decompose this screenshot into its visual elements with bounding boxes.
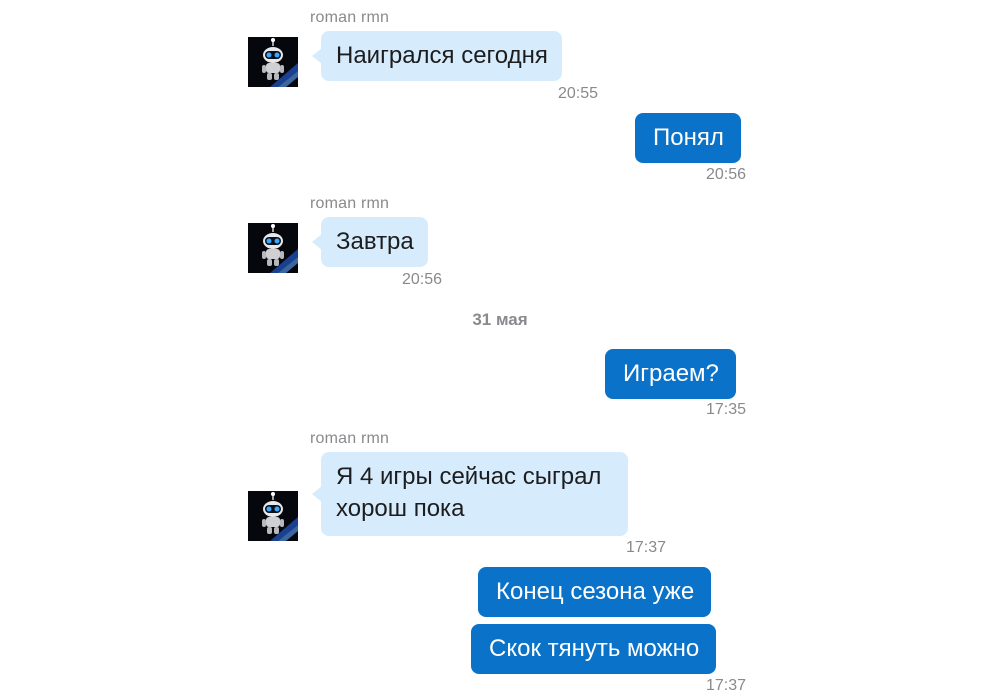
- message-timestamp: 20:55: [557, 85, 598, 102]
- outgoing-message-bubble[interactable]: Понял: [635, 113, 741, 163]
- message-timestamp: 20:56: [401, 271, 442, 288]
- message-timestamp: 17:37: [705, 677, 746, 694]
- message-timestamp: 20:56: [705, 166, 746, 183]
- astronaut-robot-icon: [248, 223, 298, 273]
- sender-name: roman rmn: [310, 430, 390, 447]
- avatar[interactable]: [248, 223, 298, 273]
- avatar[interactable]: [248, 37, 298, 87]
- sender-name: roman rmn: [310, 9, 390, 26]
- sender-name: roman rmn: [310, 195, 390, 212]
- message-timestamp: 17:37: [625, 539, 666, 556]
- outgoing-message-bubble[interactable]: Скок тянуть можно: [471, 624, 717, 674]
- incoming-message-bubble[interactable]: Я 4 игры сейчас сыграл хорош пока: [311, 452, 629, 536]
- outgoing-message-bubble[interactable]: Играем?: [605, 349, 736, 399]
- astronaut-robot-icon: [248, 491, 298, 541]
- message-timestamp: 17:35: [705, 401, 746, 418]
- date-separator: 31 мая: [472, 310, 528, 329]
- message-line: Я 4 игры сейчас сыграл: [336, 463, 602, 490]
- message-line: хорош пока: [336, 495, 465, 522]
- avatar[interactable]: [248, 491, 298, 541]
- outgoing-message-bubble[interactable]: Конец сезона уже: [478, 567, 712, 617]
- incoming-message-bubble[interactable]: Завтра: [312, 217, 428, 267]
- incoming-message-bubble[interactable]: Наигрался сегодня: [312, 31, 562, 81]
- astronaut-robot-icon: [248, 37, 298, 87]
